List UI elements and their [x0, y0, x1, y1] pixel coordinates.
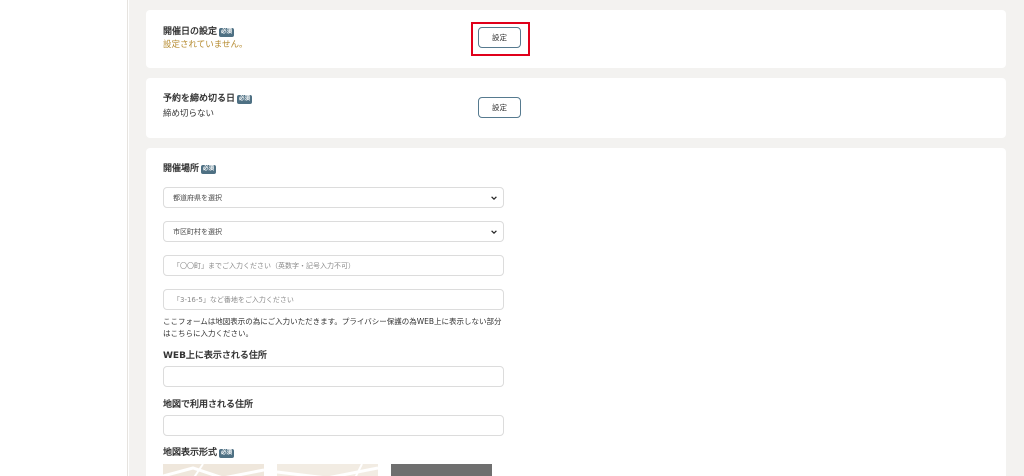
map-style-thumbnail[interactable]: [277, 464, 378, 476]
map-display-title: 地図表示形式 必須: [163, 447, 235, 459]
required-badge: 必須: [219, 449, 235, 458]
web-address-label: WEB上に表示される住所: [163, 351, 267, 361]
venue-title-text: 開催場所: [163, 164, 200, 174]
web-address-input[interactable]: [163, 366, 504, 387]
sidebar: [0, 0, 128, 476]
required-badge: 必須: [237, 95, 253, 104]
block-number-input-placeholder: 「3-16-5」など番地をご入力ください: [173, 295, 294, 304]
highlight-box: [471, 22, 530, 56]
deadline-set-button[interactable]: 設定: [478, 97, 521, 118]
venue-title: 開催場所 必須: [163, 163, 217, 175]
city-select-value: 市区町村を選択: [173, 227, 222, 236]
event-date-status: 設定されていません。: [163, 40, 248, 50]
map-style-thumbnail[interactable]: [391, 464, 492, 476]
map-display-title-text: 地図表示形式: [163, 448, 218, 458]
event-date-card: 開催日の設定 必須 設定されていません。 設定: [146, 10, 1006, 68]
map-address-label: 地図で利用される住所: [163, 400, 254, 410]
privacy-note: ここフォームは地図表示の為にご入力いただきます。プライバシー保護の為WEB上に表…: [163, 317, 502, 338]
event-date-title: 開催日の設定 必須: [163, 26, 235, 38]
map-style-thumbnail[interactable]: [163, 464, 264, 476]
chevron-down-icon: [491, 230, 497, 235]
deadline-title-text: 予約を締め切る日: [163, 94, 236, 104]
city-select[interactable]: 市区町村を選択: [163, 221, 504, 242]
prefecture-select-value: 都道府県を選択: [173, 193, 222, 202]
required-badge: 必須: [219, 28, 235, 37]
block-number-input[interactable]: 「3-16-5」など番地をご入力ください: [163, 289, 504, 310]
chevron-down-icon: [491, 196, 497, 201]
town-input-placeholder: 「〇〇町」までご入力ください（英数字・記号入力不可）: [173, 261, 355, 270]
prefecture-select[interactable]: 都道府県を選択: [163, 187, 504, 208]
venue-card: 開催場所 必須 都道府県を選択 市区町村を選択 「〇〇町」までご入力ください（英数…: [146, 148, 1006, 476]
required-badge: 必須: [201, 165, 217, 174]
deadline-title: 予約を締め切る日 必須: [163, 93, 253, 105]
event-date-title-text: 開催日の設定: [163, 27, 218, 37]
main-content: 開催日の設定 必須 設定されていません。 設定 予約を締め切る日 必須 締め切らない…: [129, 0, 1024, 476]
deadline-card: 予約を締め切る日 必須 締め切らない 設定: [146, 78, 1006, 138]
map-address-input[interactable]: [163, 415, 504, 436]
town-input[interactable]: 「〇〇町」までご入力ください（英数字・記号入力不可）: [163, 255, 504, 276]
deadline-value: 締め切らない: [163, 109, 215, 119]
